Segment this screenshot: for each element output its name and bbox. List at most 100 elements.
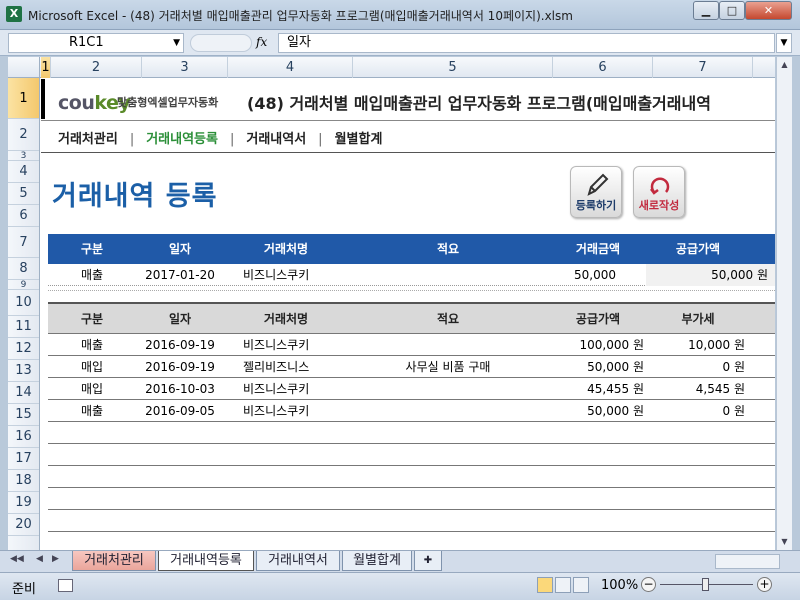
entry-type-input[interactable]: 매출 <box>48 264 136 286</box>
row-header[interactable]: 20 <box>8 514 39 536</box>
menu-register[interactable]: 거래내역등록 <box>146 128 218 147</box>
active-cell-cursor <box>41 79 45 119</box>
prev-sheet-icon[interactable]: ◀ <box>36 554 43 564</box>
column-header[interactable]: 1 <box>41 57 51 78</box>
insert-function-icon[interactable]: fx <box>256 35 267 49</box>
next-sheet-icon[interactable]: ▶ <box>52 554 59 564</box>
table-row[interactable]: 매입 2016-10-03 비즈니스쿠키 45,455 원 4,545 원 <box>48 378 775 400</box>
expand-formula-icon[interactable]: ▼ <box>776 33 792 53</box>
tab-monthly[interactable]: 월별합계 <box>342 551 412 571</box>
zoom-in-icon[interactable]: + <box>757 577 772 592</box>
zoom-out-icon[interactable]: − <box>641 577 656 592</box>
new-entry-button[interactable]: 새로작성 <box>633 166 685 218</box>
table-row[interactable] <box>48 488 775 510</box>
row-header[interactable]: 12 <box>8 338 39 360</box>
row-header[interactable]: 6 <box>8 205 39 227</box>
table-row[interactable]: 매입 2016-09-19 젤리비즈니스 사무실 비품 구매 50,000 원 … <box>48 356 775 378</box>
list-header-date: 일자 <box>168 312 192 326</box>
table-row[interactable]: 매출 2016-09-19 비즈니스쿠키 100,000 원 10,000 원 <box>48 334 775 356</box>
column-header[interactable]: 7 <box>653 57 753 78</box>
page-break-view-icon[interactable] <box>573 577 589 593</box>
normal-view-icon[interactable] <box>537 577 553 593</box>
row-vat: 0 원 <box>722 404 746 418</box>
table-row[interactable] <box>48 444 775 466</box>
scroll-down-icon[interactable]: ▼ <box>777 534 792 550</box>
menu-statement[interactable]: 거래내역서 <box>246 128 306 147</box>
tab-statement[interactable]: 거래내역서 <box>256 551 340 571</box>
sheet-menu: 거래처관리 | 거래내역등록 | 거래내역서 | 월별합계 <box>58 128 382 147</box>
row-header[interactable]: 13 <box>8 360 39 382</box>
column-header[interactable]: 3 <box>142 57 228 78</box>
row-header[interactable]: 4 <box>8 161 39 183</box>
list-header-client: 거래처명 <box>263 312 309 326</box>
new-entry-button-label: 새로작성 <box>638 199 680 212</box>
formula-input[interactable]: 일자 <box>278 33 775 53</box>
minimize-button[interactable]: ▁ <box>693 1 719 20</box>
insert-sheet-icon[interactable]: ✚ <box>414 551 442 571</box>
row-header[interactable]: 11 <box>8 316 39 338</box>
row-supply: 50,000 원 <box>587 360 644 374</box>
row-header[interactable]: 14 <box>8 382 39 404</box>
row-header[interactable]: 2 <box>8 119 39 151</box>
sheet-tab-bar: ◀◀ ◀ ▶ 거래처관리 거래내역등록 거래내역서 월별합계 ✚ <box>0 550 800 572</box>
name-box[interactable]: R1C1 ▼ <box>8 33 184 53</box>
column-header[interactable]: 2 <box>51 57 142 78</box>
document-title: (48) 거래처별 매입매출관리 업무자동화 프로그램(매입매출거래내역 <box>247 94 711 113</box>
row-header[interactable]: 17 <box>8 448 39 470</box>
row-type: 매입 <box>80 360 104 374</box>
header-memo: 적요 <box>436 242 460 256</box>
row-header[interactable]: 19 <box>8 492 39 514</box>
column-headers: 1234567 <box>8 57 775 78</box>
zoom-slider-thumb[interactable] <box>702 578 709 591</box>
row-header[interactable]: 15 <box>8 404 39 426</box>
menu-monthly[interactable]: 월별합계 <box>335 128 383 147</box>
page-layout-view-icon[interactable] <box>555 577 571 593</box>
column-header[interactable]: 5 <box>353 57 553 78</box>
row-header[interactable]: 7 <box>8 227 39 258</box>
maximize-button[interactable]: □ <box>719 1 745 20</box>
column-header[interactable]: 4 <box>228 57 353 78</box>
horizontal-scrollbar[interactable] <box>715 554 780 569</box>
entry-client-input[interactable]: 비즈니스쿠키 <box>243 264 348 286</box>
table-row[interactable] <box>48 466 775 488</box>
close-button[interactable]: ✕ <box>745 1 792 20</box>
tab-clients[interactable]: 거래처관리 <box>72 551 156 571</box>
column-header[interactable]: 6 <box>553 57 653 78</box>
table-row[interactable]: 매출 2016-09-05 비즈니스쿠키 50,000 원 0 원 <box>48 400 775 422</box>
entry-memo-input[interactable] <box>348 264 548 286</box>
worksheet-grid[interactable]: 1234567 1 2 3 4 5 6 7 8 9 10 11 12 13 14 15 16 17 18 19 20 … <box>8 57 775 550</box>
menu-clients[interactable]: 거래처관리 <box>58 128 118 147</box>
row-date: 2016-09-19 <box>145 360 215 374</box>
zoom-level[interactable]: 100% <box>601 578 638 593</box>
menu-separator: | <box>129 132 135 147</box>
row-header[interactable]: 3 <box>8 151 39 161</box>
first-sheet-icon[interactable]: ◀◀ <box>10 554 24 564</box>
table-row[interactable] <box>48 510 775 532</box>
list-header-type: 구분 <box>80 312 104 326</box>
tab-register[interactable]: 거래내역등록 <box>158 551 254 571</box>
register-button[interactable]: 등록하기 <box>570 166 622 218</box>
formula-bar: R1C1 ▼ fx 일자 ▼ <box>0 30 800 56</box>
chevron-down-icon[interactable]: ▼ <box>173 34 180 52</box>
macro-record-icon[interactable] <box>58 579 73 592</box>
row-header[interactable]: 9 <box>8 280 39 290</box>
row-header[interactable]: 1 <box>8 78 39 119</box>
row-header[interactable]: 10 <box>8 290 39 316</box>
table-row[interactable] <box>48 532 775 550</box>
row-type: 매출 <box>80 338 104 352</box>
entry-date-input[interactable]: 2017-01-20 <box>136 264 224 286</box>
formula-controls <box>190 34 252 52</box>
table-row[interactable] <box>48 422 775 444</box>
select-all-corner[interactable] <box>8 57 40 78</box>
scroll-up-icon[interactable]: ▲ <box>777 57 792 73</box>
row-header[interactable]: 16 <box>8 426 39 448</box>
entry-amount-input[interactable]: 50,000 <box>548 264 616 286</box>
excel-icon[interactable]: X <box>6 6 22 22</box>
row-header[interactable]: 18 <box>8 470 39 492</box>
row-header[interactable]: 8 <box>8 258 39 280</box>
row-client: 젤리비즈니스 <box>243 360 310 374</box>
row-headers: 1 2 3 4 5 6 7 8 9 10 11 12 13 14 15 16 17 18 19 20 <box>8 78 40 550</box>
vertical-scrollbar[interactable]: ▲ ▼ <box>776 57 792 550</box>
row-header[interactable]: 5 <box>8 183 39 205</box>
header-amount: 거래금액 <box>575 242 621 256</box>
